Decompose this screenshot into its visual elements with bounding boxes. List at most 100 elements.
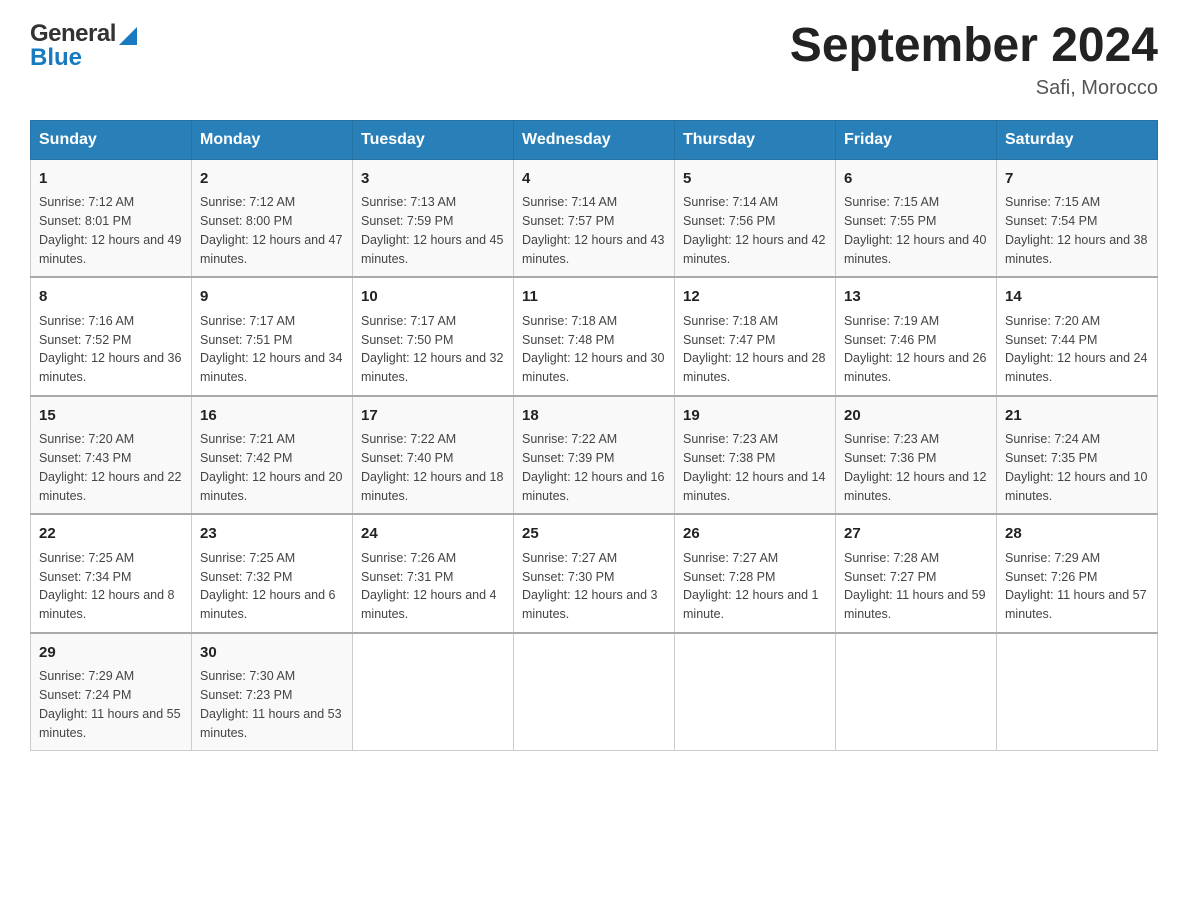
day-number: 19 [683, 405, 827, 428]
day-number: 9 [200, 286, 344, 309]
day-info: Sunrise: 7:28 AMSunset: 7:27 PMDaylight:… [844, 549, 988, 624]
day-number: 1 [39, 168, 183, 191]
day-info: Sunrise: 7:29 AMSunset: 7:24 PMDaylight:… [39, 667, 183, 742]
day-info: Sunrise: 7:23 AMSunset: 7:38 PMDaylight:… [683, 430, 827, 505]
logo-blue-text: Blue [30, 44, 82, 72]
day-number: 7 [1005, 168, 1149, 191]
day-number: 2 [200, 168, 344, 191]
day-info: Sunrise: 7:22 AMSunset: 7:39 PMDaylight:… [522, 430, 666, 505]
day-number: 26 [683, 523, 827, 546]
calendar-cell: 25 Sunrise: 7:27 AMSunset: 7:30 PMDayligh… [514, 514, 675, 633]
day-info: Sunrise: 7:27 AMSunset: 7:28 PMDaylight:… [683, 549, 827, 624]
day-info: Sunrise: 7:15 AMSunset: 7:54 PMDaylight:… [1005, 193, 1149, 268]
day-number: 27 [844, 523, 988, 546]
calendar-cell: 14Sunrise: 7:20 AMSunset: 7:44 PMDayligh… [997, 277, 1158, 396]
calendar-cell: 24 Sunrise: 7:26 AMSunset: 7:31 PMDayligh… [353, 514, 514, 633]
column-header-saturday: Saturday [997, 120, 1158, 159]
day-number: 14 [1005, 286, 1149, 309]
calendar-cell: 29Sunrise: 7:29 AMSunset: 7:24 PMDayligh… [31, 633, 192, 751]
day-info: Sunrise: 7:14 AMSunset: 7:56 PMDaylight:… [683, 193, 827, 268]
day-number: 25 [522, 523, 666, 546]
day-number: 20 [844, 405, 988, 428]
day-info: Sunrise: 7:20 AMSunset: 7:43 PMDaylight:… [39, 430, 183, 505]
calendar-table: SundayMondayTuesdayWednesdayThursdayFrid… [30, 120, 1158, 752]
calendar-cell: 10 Sunrise: 7:17 AMSunset: 7:50 PMDayligh… [353, 277, 514, 396]
calendar-week-row: 1Sunrise: 7:12 AMSunset: 8:01 PMDaylight… [31, 159, 1158, 277]
calendar-cell [997, 633, 1158, 751]
calendar-week-row: 22 Sunrise: 7:25 AMSunset: 7:34 PMDayligh… [31, 514, 1158, 633]
calendar-cell [514, 633, 675, 751]
calendar-cell: 22 Sunrise: 7:25 AMSunset: 7:34 PMDayligh… [31, 514, 192, 633]
day-number: 11 [522, 286, 666, 309]
day-info: Sunrise: 7:16 AMSunset: 7:52 PMDaylight:… [39, 312, 183, 387]
day-number: 12 [683, 286, 827, 309]
day-info: Sunrise: 7:24 AMSunset: 7:35 PMDaylight:… [1005, 430, 1149, 505]
calendar-cell: 9 Sunrise: 7:17 AMSunset: 7:51 PMDaylight… [192, 277, 353, 396]
day-info: Sunrise: 7:30 AMSunset: 7:23 PMDaylight:… [200, 667, 344, 742]
calendar-cell: 17Sunrise: 7:22 AMSunset: 7:40 PMDayligh… [353, 396, 514, 515]
day-info: Sunrise: 7:25 AMSunset: 7:34 PMDaylight:… [39, 549, 183, 624]
calendar-cell: 12 Sunrise: 7:18 AMSunset: 7:47 PMDayligh… [675, 277, 836, 396]
day-number: 17 [361, 405, 505, 428]
day-info: Sunrise: 7:12 AMSunset: 8:00 PMDaylight:… [200, 193, 344, 268]
column-header-wednesday: Wednesday [514, 120, 675, 159]
day-number: 8 [39, 286, 183, 309]
day-info: Sunrise: 7:17 AMSunset: 7:50 PMDaylight:… [361, 312, 505, 387]
calendar-cell: 15Sunrise: 7:20 AMSunset: 7:43 PMDayligh… [31, 396, 192, 515]
day-number: 22 [39, 523, 183, 546]
day-number: 15 [39, 405, 183, 428]
calendar-cell: 26 Sunrise: 7:27 AMSunset: 7:28 PMDayligh… [675, 514, 836, 633]
calendar-cell: 6Sunrise: 7:15 AMSunset: 7:55 PMDaylight… [836, 159, 997, 277]
calendar-cell: 23 Sunrise: 7:25 AMSunset: 7:32 PMDayligh… [192, 514, 353, 633]
calendar-cell: 16Sunrise: 7:21 AMSunset: 7:42 PMDayligh… [192, 396, 353, 515]
title-block: September 2024 Safi, Morocco [790, 20, 1158, 100]
day-info: Sunrise: 7:26 AMSunset: 7:31 PMDaylight:… [361, 549, 505, 624]
day-info: Sunrise: 7:22 AMSunset: 7:40 PMDaylight:… [361, 430, 505, 505]
day-info: Sunrise: 7:25 AMSunset: 7:32 PMDaylight:… [200, 549, 344, 624]
day-info: Sunrise: 7:29 AMSunset: 7:26 PMDaylight:… [1005, 549, 1149, 624]
calendar-cell: 8 Sunrise: 7:16 AMSunset: 7:52 PMDaylight… [31, 277, 192, 396]
column-header-monday: Monday [192, 120, 353, 159]
calendar-cell: 5Sunrise: 7:14 AMSunset: 7:56 PMDaylight… [675, 159, 836, 277]
page-header: General Blue September 2024 Safi, Morocc… [30, 20, 1158, 100]
calendar-cell [675, 633, 836, 751]
calendar-cell: 21Sunrise: 7:24 AMSunset: 7:35 PMDayligh… [997, 396, 1158, 515]
calendar-cell: 28 Sunrise: 7:29 AMSunset: 7:26 PMDayligh… [997, 514, 1158, 633]
calendar-cell: 18Sunrise: 7:22 AMSunset: 7:39 PMDayligh… [514, 396, 675, 515]
day-number: 4 [522, 168, 666, 191]
calendar-cell: 30Sunrise: 7:30 AMSunset: 7:23 PMDayligh… [192, 633, 353, 751]
day-number: 24 [361, 523, 505, 546]
calendar-title: September 2024 [790, 20, 1158, 73]
day-info: Sunrise: 7:27 AMSunset: 7:30 PMDaylight:… [522, 549, 666, 624]
day-info: Sunrise: 7:17 AMSunset: 7:51 PMDaylight:… [200, 312, 344, 387]
day-number: 21 [1005, 405, 1149, 428]
day-number: 29 [39, 642, 183, 665]
logo: General Blue [30, 20, 137, 72]
day-number: 18 [522, 405, 666, 428]
calendar-cell: 2Sunrise: 7:12 AMSunset: 8:00 PMDaylight… [192, 159, 353, 277]
day-info: Sunrise: 7:18 AMSunset: 7:47 PMDaylight:… [683, 312, 827, 387]
calendar-cell: 19Sunrise: 7:23 AMSunset: 7:38 PMDayligh… [675, 396, 836, 515]
calendar-week-row: 29Sunrise: 7:29 AMSunset: 7:24 PMDayligh… [31, 633, 1158, 751]
day-number: 6 [844, 168, 988, 191]
day-info: Sunrise: 7:23 AMSunset: 7:36 PMDaylight:… [844, 430, 988, 505]
day-number: 5 [683, 168, 827, 191]
column-header-friday: Friday [836, 120, 997, 159]
day-number: 23 [200, 523, 344, 546]
day-number: 28 [1005, 523, 1149, 546]
calendar-cell: 3Sunrise: 7:13 AMSunset: 7:59 PMDaylight… [353, 159, 514, 277]
day-info: Sunrise: 7:12 AMSunset: 8:01 PMDaylight:… [39, 193, 183, 268]
calendar-cell: 1Sunrise: 7:12 AMSunset: 8:01 PMDaylight… [31, 159, 192, 277]
logo-triangle-icon [119, 27, 137, 45]
calendar-cell: 27 Sunrise: 7:28 AMSunset: 7:27 PMDayligh… [836, 514, 997, 633]
calendar-cell: 11Sunrise: 7:18 AMSunset: 7:48 PMDayligh… [514, 277, 675, 396]
day-info: Sunrise: 7:21 AMSunset: 7:42 PMDaylight:… [200, 430, 344, 505]
day-number: 16 [200, 405, 344, 428]
calendar-cell: 7Sunrise: 7:15 AMSunset: 7:54 PMDaylight… [997, 159, 1158, 277]
day-number: 3 [361, 168, 505, 191]
day-info: Sunrise: 7:13 AMSunset: 7:59 PMDaylight:… [361, 193, 505, 268]
day-number: 10 [361, 286, 505, 309]
day-info: Sunrise: 7:15 AMSunset: 7:55 PMDaylight:… [844, 193, 988, 268]
calendar-cell: 20Sunrise: 7:23 AMSunset: 7:36 PMDayligh… [836, 396, 997, 515]
calendar-cell [353, 633, 514, 751]
